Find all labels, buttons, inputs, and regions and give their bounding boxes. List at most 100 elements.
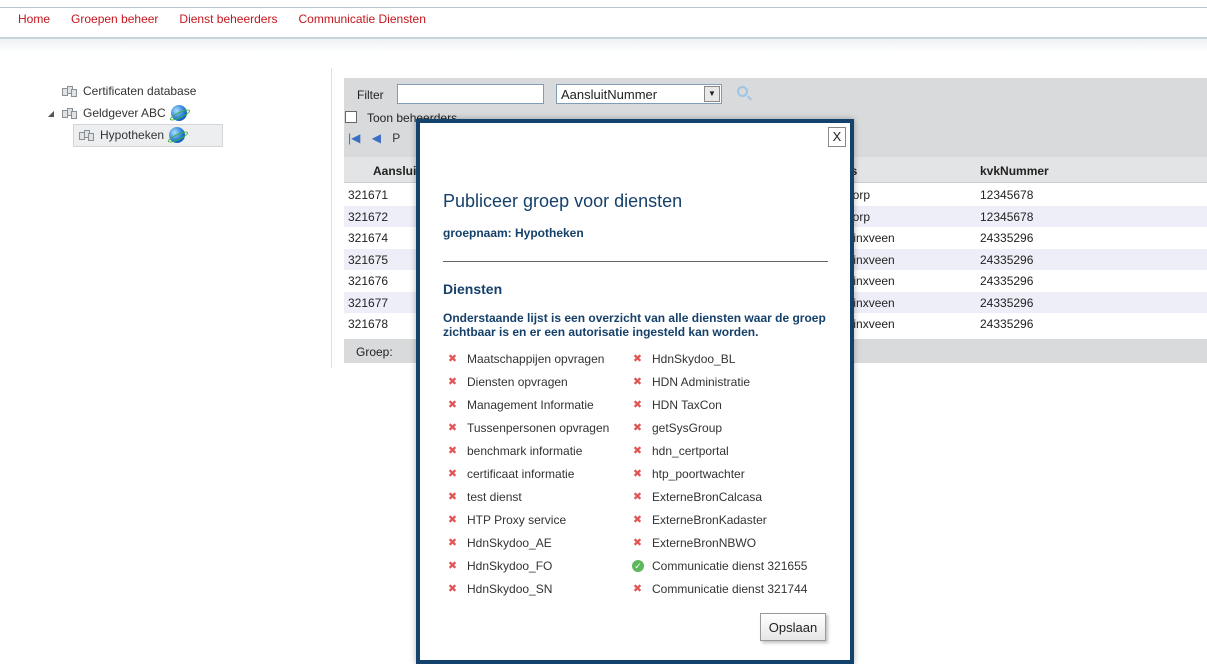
cross-icon[interactable]: ✖ <box>447 445 458 457</box>
tree-item-label: Certificaten database <box>83 84 197 98</box>
close-button[interactable]: X <box>828 127 846 147</box>
service-item[interactable]: ✓ Communicatie dienst 321655 <box>632 556 807 576</box>
service-label: benchmark informatie <box>467 444 583 458</box>
service-item[interactable]: ✖ Diensten opvragen <box>447 372 568 392</box>
service-item[interactable]: ✖ test dienst <box>447 487 522 507</box>
tree-item-label: Hypotheken <box>100 128 165 142</box>
filter-label: Filter <box>357 88 384 102</box>
service-label: HdnSkydoo_SN <box>467 582 553 596</box>
cross-icon[interactable]: ✖ <box>447 537 458 549</box>
group-name: groepnaam: Hypotheken <box>443 226 584 240</box>
service-label: Communicatie dienst 321744 <box>652 582 808 596</box>
cross-icon[interactable]: ✖ <box>632 468 643 480</box>
panel-divider <box>331 68 332 368</box>
cross-icon[interactable]: ✖ <box>447 491 458 503</box>
service-item[interactable]: ✖ benchmark informatie <box>447 441 583 461</box>
service-item[interactable]: ✖ HdnSkydoo_SN <box>447 579 553 599</box>
cross-icon[interactable]: ✖ <box>632 422 643 434</box>
cross-icon[interactable]: ✖ <box>632 353 643 365</box>
service-item[interactable]: ✖ HdnSkydoo_AE <box>447 533 552 553</box>
service-item[interactable]: ✖ Management Informatie <box>447 395 594 415</box>
toon-beheerders-checkbox[interactable] <box>345 111 357 123</box>
service-label: test dienst <box>467 490 522 504</box>
service-item[interactable]: ✖ HTP Proxy service <box>447 510 566 530</box>
service-item[interactable]: ✖ getSysGroup <box>632 418 722 438</box>
service-label: HDN Administratie <box>652 375 751 389</box>
filter-field-value: AansluitNummer <box>561 87 658 102</box>
save-button[interactable]: Opslaan <box>760 613 826 641</box>
chevron-down-icon: ▼ <box>704 86 720 102</box>
cross-icon[interactable]: ✖ <box>447 560 458 572</box>
group-icon <box>62 85 77 97</box>
cross-icon[interactable]: ✖ <box>447 514 458 526</box>
cross-icon[interactable]: ✖ <box>447 399 458 411</box>
service-item[interactable]: ✖ ExterneBronCalcasa <box>632 487 762 507</box>
service-item[interactable]: ✖ ExterneBronNBWO <box>632 533 756 553</box>
cross-icon[interactable]: ✖ <box>447 353 458 365</box>
table-cell: 321675 <box>348 252 389 267</box>
prev-page-icon[interactable]: ◀ <box>372 131 381 145</box>
first-page-icon[interactable]: |◀ <box>348 131 360 145</box>
service-label: HdnSkydoo_AE <box>467 536 552 550</box>
dialog-title: Publiceer groep voor diensten <box>443 191 683 211</box>
search-icon[interactable] <box>737 86 748 97</box>
service-item[interactable]: ✖ ExterneBronKadaster <box>632 510 767 530</box>
section-description: Onderstaande lijst is een overzicht van … <box>443 311 826 339</box>
tree-item-certificaten-database[interactable]: Certificaten database <box>44 80 234 102</box>
column-header-kvknummer[interactable]: kvkNummer <box>980 164 1049 178</box>
table-cell: 24335296 <box>980 252 1034 267</box>
top-border <box>0 7 1207 8</box>
pager: |◀ ◀ P <box>348 131 408 145</box>
service-item[interactable]: ✖ Communicatie dienst 321744 <box>632 579 808 599</box>
cross-icon[interactable]: ✖ <box>447 376 458 388</box>
table-cell: 24335296 <box>980 317 1034 331</box>
service-label: HTP Proxy service <box>467 513 567 527</box>
service-label: Management Informatie <box>467 398 594 412</box>
filter-field-select[interactable]: AansluitNummer ▼ <box>556 84 722 104</box>
service-item[interactable]: ✖ hdn_certportal <box>632 441 729 461</box>
group-tree: Certificaten database ◢ Geldgever ABC Hy… <box>44 80 234 147</box>
cross-icon[interactable]: ✖ <box>632 376 643 388</box>
service-label: Diensten opvragen <box>467 375 568 389</box>
service-item[interactable]: ✖ HDN Administratie <box>632 372 750 392</box>
nav-dienst-beheerders[interactable]: Dienst beheerders <box>179 12 277 32</box>
service-item[interactable]: ✖ HdnSkydoo_FO <box>447 556 553 576</box>
service-item[interactable]: ✖ Maatschappijen opvragen <box>447 349 605 369</box>
nav-groepen-beheer[interactable]: Groepen beheer <box>71 12 158 32</box>
group-icon <box>79 129 94 141</box>
service-item[interactable]: ✖ certificaat informatie <box>447 464 574 484</box>
check-icon[interactable]: ✓ <box>632 560 644 572</box>
cross-icon[interactable]: ✖ <box>447 422 458 434</box>
table-cell: 321676 <box>348 274 389 288</box>
cross-icon[interactable]: ✖ <box>632 491 643 503</box>
service-label: hdn_certportal <box>652 444 729 458</box>
globe-icon <box>169 127 186 143</box>
table-cell: 321678 <box>348 317 389 331</box>
service-label: HdnSkydoo_FO <box>467 559 553 573</box>
cross-icon[interactable]: ✖ <box>447 468 458 480</box>
expand-triangle-icon[interactable]: ◢ <box>44 109 58 118</box>
service-label: ExterneBronNBWO <box>652 536 757 550</box>
cross-icon[interactable]: ✖ <box>632 514 643 526</box>
cross-icon[interactable]: ✖ <box>632 399 643 411</box>
service-item[interactable]: ✖ HDN TaxCon <box>632 395 722 415</box>
filter-input[interactable] <box>397 84 544 104</box>
tree-item-hypotheken[interactable]: Hypotheken <box>44 124 234 146</box>
service-label: htp_poortwachter <box>652 467 745 481</box>
cross-icon[interactable]: ✖ <box>632 445 643 457</box>
service-item[interactable]: ✖ HdnSkydoo_BL <box>632 349 736 369</box>
group-icon <box>62 107 77 119</box>
cross-icon[interactable]: ✖ <box>447 583 458 595</box>
cross-icon[interactable]: ✖ <box>632 583 643 595</box>
nav-communicatie-diensten[interactable]: Communicatie Diensten <box>298 12 425 32</box>
table-cell: 321677 <box>348 295 389 310</box>
service-label: Tussenpersonen opvragen <box>467 421 610 435</box>
cross-icon[interactable]: ✖ <box>632 537 643 549</box>
service-item[interactable]: ✖ Tussenpersonen opvragen <box>447 418 609 438</box>
service-item[interactable]: ✖ htp_poortwachter <box>632 464 745 484</box>
nav-home[interactable]: Home <box>18 12 50 32</box>
nav-shadow <box>0 39 1207 53</box>
table-cell: 321671 <box>348 188 389 202</box>
column-header-aansluitnummer[interactable]: Aanslui <box>373 164 416 178</box>
tree-item-geldgever-abc[interactable]: ◢ Geldgever ABC <box>44 102 234 124</box>
